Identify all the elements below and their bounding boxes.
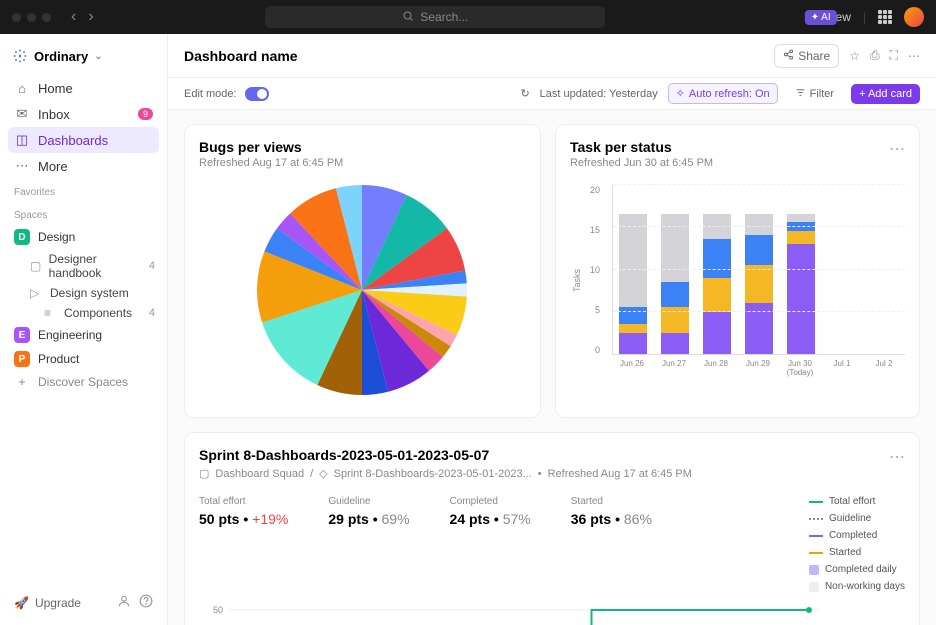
page-header: Dashboard name Share ☆ ⎙ ⛶ ⋯	[168, 34, 936, 78]
nav-arrows: ‹ ›	[67, 6, 98, 28]
folder-icon: ▷	[30, 286, 44, 300]
search-icon	[402, 10, 414, 25]
space-sub-designer-handbook[interactable]: ▢ Designer handbook 4	[8, 249, 159, 283]
sidebar-item-dashboards[interactable]: ◫ Dashboards	[8, 127, 159, 153]
dashboard-icon: ◫	[14, 132, 30, 148]
svg-text:50: 50	[213, 605, 223, 615]
edit-mode-label: Edit mode:	[184, 88, 237, 100]
favorites-label: Favorites	[8, 179, 159, 202]
kebab-icon[interactable]: ⋯	[889, 139, 905, 159]
brand-icon	[12, 48, 28, 64]
chevron-down-icon: ⌄	[94, 51, 102, 62]
share-button[interactable]: Share	[774, 44, 839, 68]
spaces-label: Spaces	[8, 202, 159, 225]
back-icon[interactable]: ‹	[67, 6, 80, 28]
sidebar: Ordinary ⌄ ⌂ Home ✉ Inbox 9 ◫ Dashboards…	[0, 34, 168, 625]
sparkle-icon: ✧	[676, 87, 685, 100]
inbox-icon: ✉	[14, 106, 30, 122]
card-subtitle: Refreshed Aug 17 at 6:45 PM	[199, 157, 343, 169]
card-bugs: Bugs per views Refreshed Aug 17 at 6:45 …	[184, 124, 541, 418]
space-badge: E	[14, 327, 30, 343]
kebab-icon[interactable]: ⋯	[889, 447, 905, 467]
folder-icon: ▢	[199, 467, 209, 480]
max-dot[interactable]	[42, 13, 51, 22]
sparkle-icon: ✦	[811, 12, 819, 23]
avatar[interactable]	[904, 7, 924, 27]
inbox-badge: 9	[138, 108, 153, 120]
filter-icon	[795, 87, 806, 101]
workspace-switcher[interactable]: Ordinary ⌄	[8, 42, 159, 76]
space-design[interactable]: D Design	[8, 225, 159, 249]
metric: Completed24 pts • 57%	[450, 496, 531, 592]
expand-icon[interactable]: ⛶	[890, 48, 898, 63]
person-icon[interactable]	[117, 594, 131, 611]
metric: Guideline29 pts • 69%	[328, 496, 409, 592]
doc-icon: ▢	[30, 259, 43, 273]
sprint-icon: ◇	[319, 467, 327, 480]
titlebar: ‹ › Search... ✦ AI ⊕ New |	[0, 0, 936, 34]
auto-refresh-pill[interactable]: ✧ Auto refresh: On	[668, 83, 778, 104]
close-dot[interactable]	[12, 13, 21, 22]
edit-mode-toggle[interactable]	[245, 87, 269, 101]
search-placeholder: Search...	[420, 10, 468, 24]
space-product[interactable]: P Product	[8, 347, 159, 371]
help-icon[interactable]	[139, 594, 153, 611]
toolbar: Edit mode: ↻ Last updated: Yesterday ✧ A…	[168, 78, 936, 110]
sidebar-item-more[interactable]: ⋯ More	[8, 153, 159, 179]
space-badge: D	[14, 229, 30, 245]
discover-spaces[interactable]: + Discover Spaces	[8, 371, 159, 393]
card-title: Task per status	[570, 139, 713, 155]
refresh-icon[interactable]: ↻	[520, 87, 529, 100]
sidebar-item-inbox[interactable]: ✉ Inbox 9	[8, 101, 159, 127]
sidebar-item-home[interactable]: ⌂ Home	[8, 76, 159, 101]
space-sub-components[interactable]: ≡ Components 4	[8, 303, 159, 323]
line-chart: 304050	[199, 602, 819, 625]
space-sub-design-system[interactable]: ▷ Design system	[8, 283, 159, 303]
last-updated: Last updated: Yesterday	[540, 88, 658, 100]
star-icon[interactable]: ☆	[849, 49, 860, 63]
bar-chart: Tasks 20151050 Jun 26Jun 27Jun 28Jun 29J…	[570, 169, 905, 377]
ai-badge[interactable]: ✦ AI	[805, 10, 837, 25]
upgrade-button[interactable]: 🚀 Upgrade	[8, 588, 159, 617]
card-title: Bugs per views	[199, 139, 343, 155]
card-sprint: Sprint 8-Dashboards-2023-05-01-2023-05-0…	[184, 432, 920, 625]
print-icon[interactable]: ⎙	[870, 48, 880, 63]
card-tasks: Task per status Refreshed Jun 30 at 6:45…	[555, 124, 920, 418]
rocket-icon: 🚀	[14, 596, 29, 610]
home-icon: ⌂	[14, 81, 30, 96]
forward-icon[interactable]: ›	[84, 6, 97, 28]
kebab-icon[interactable]: ⋯	[908, 49, 920, 63]
breadcrumb: ▢ Dashboard Squad / ◇ Sprint 8-Dashboard…	[199, 467, 692, 480]
min-dot[interactable]	[27, 13, 36, 22]
search-input[interactable]: Search...	[265, 6, 605, 28]
pie-chart	[257, 185, 467, 395]
chart-legend: Total effortGuidelineCompletedStartedCom…	[809, 496, 905, 592]
space-badge: P	[14, 351, 30, 367]
share-icon	[783, 49, 794, 63]
list-icon: ≡	[44, 306, 58, 320]
filter-button[interactable]: Filter	[788, 84, 841, 104]
metric: Total effort50 pts • +19%	[199, 496, 288, 592]
metric: Started36 pts • 86%	[571, 496, 652, 592]
card-title: Sprint 8-Dashboards-2023-05-01-2023-05-0…	[199, 447, 692, 463]
window-controls	[12, 13, 51, 22]
apps-icon[interactable]	[878, 10, 892, 24]
add-card-button[interactable]: + Add card	[851, 84, 920, 104]
page-title: Dashboard name	[184, 48, 298, 64]
plus-icon: +	[14, 375, 30, 389]
card-subtitle: Refreshed Jun 30 at 6:45 PM	[570, 157, 713, 169]
more-icon: ⋯	[14, 158, 30, 174]
space-engineering[interactable]: E Engineering	[8, 323, 159, 347]
